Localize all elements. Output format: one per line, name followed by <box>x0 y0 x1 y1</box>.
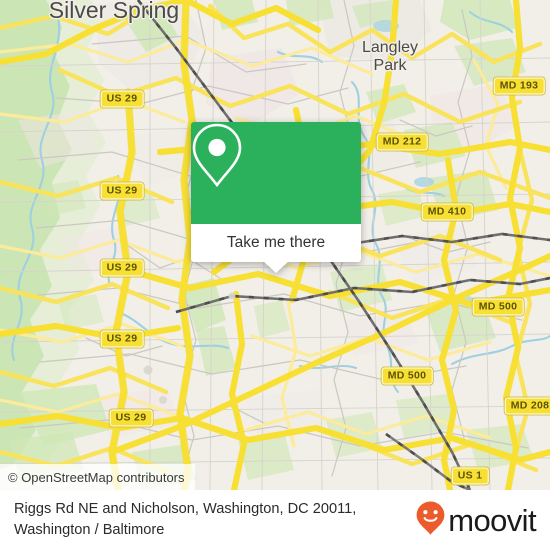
road-shield-us29-4[interactable]: US 29 <box>100 330 144 348</box>
take-me-there-label: Take me there <box>226 234 326 251</box>
location-popup-card[interactable]: Take me there <box>191 122 361 273</box>
map-canvas[interactable]: .park { fill:#cfe7b6; } .park2 { fill:#d… <box>0 0 550 490</box>
moovit-smiley-pin-icon <box>415 500 446 541</box>
road-shield-us1[interactable]: US 1 <box>451 467 489 485</box>
location-title: Riggs Rd NE and Nicholson, Washington, D… <box>14 501 357 538</box>
popup-header <box>191 122 361 224</box>
road-shield-md212[interactable]: MD 212 <box>376 133 428 151</box>
road-shield-md500-1[interactable]: MD 500 <box>472 298 524 316</box>
moovit-wordmark: moovit <box>448 502 536 538</box>
map-attribution[interactable]: © OpenStreetMap contributors <box>0 464 195 490</box>
footer-bar: Riggs Rd NE and Nicholson, Washington, D… <box>0 490 550 550</box>
popup-pointer-tail <box>263 261 289 273</box>
road-shield-md410[interactable]: MD 410 <box>421 203 473 221</box>
road-shield-us29-3[interactable]: US 29 <box>100 259 144 277</box>
road-shield-md500-2[interactable]: MD 500 <box>381 367 433 385</box>
moovit-logo[interactable]: moovit <box>415 500 537 541</box>
moovit-map-screenshot: .park { fill:#cfe7b6; } .park2 { fill:#d… <box>0 0 550 550</box>
road-shield-us29-2[interactable]: US 29 <box>100 182 144 200</box>
road-shield-us29-1[interactable]: US 29 <box>100 90 144 108</box>
take-me-there-button[interactable]: Take me there <box>191 224 361 262</box>
road-shield-md193[interactable]: MD 193 <box>493 77 545 95</box>
road-shield-md208[interactable]: MD 208 <box>504 397 550 415</box>
road-shield-us29-5[interactable]: US 29 <box>109 409 153 427</box>
attribution-text: © OpenStreetMap contributors <box>8 469 185 485</box>
